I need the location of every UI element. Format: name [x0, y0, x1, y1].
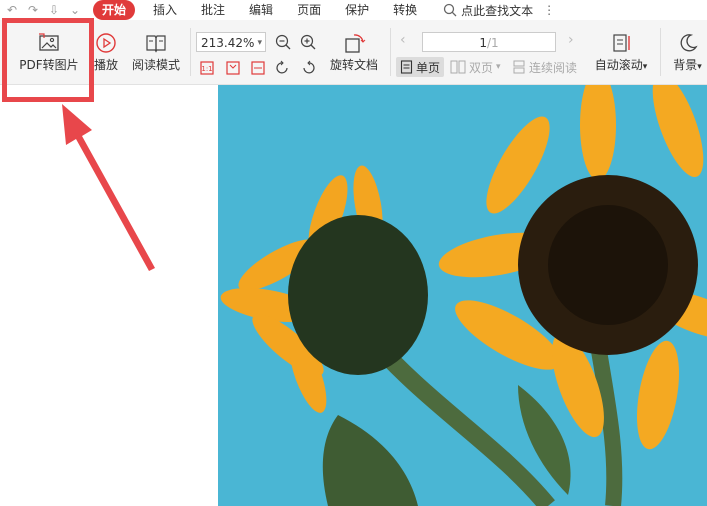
read-mode-label: 阅读模式	[131, 58, 180, 72]
continuous-read-label: 连续阅读	[529, 60, 578, 75]
search-box[interactable]: 点此查找文本 ⋮	[443, 2, 555, 19]
menu-tabs: 开始 插入 批注 编辑 页面 保护 转换	[93, 0, 429, 20]
svg-text:1:1: 1:1	[201, 65, 212, 73]
menu-bar: ↶ ↷ ⇩ ⌄ 开始 插入 批注 编辑 页面 保护 转换 点此查找文本 ⋮	[0, 0, 707, 20]
zoom-out-icon[interactable]	[274, 33, 292, 51]
play-label: 播放	[93, 58, 118, 72]
rotate-document-icon	[345, 34, 366, 53]
chevron-down-icon: ▾	[257, 38, 262, 48]
tab-annotate[interactable]: 批注	[189, 0, 237, 20]
fit-page-icon[interactable]	[224, 59, 242, 77]
divider	[190, 28, 191, 76]
auto-scroll-icon	[613, 34, 630, 52]
rotate-left-icon[interactable]	[274, 59, 292, 77]
tab-edit[interactable]: 编辑	[237, 0, 285, 20]
quick-access-toolbar: ↶ ↷ ⇩ ⌄	[0, 3, 83, 17]
read-mode-button[interactable]: 阅读模式	[130, 32, 182, 73]
export-pdf-icon[interactable]: ⇩	[46, 3, 62, 17]
tab-insert[interactable]: 插入	[141, 0, 189, 20]
tab-page[interactable]: 页面	[285, 0, 333, 20]
zoom-value: 213.42%	[201, 36, 255, 50]
double-page-button[interactable]: 双页 ▾	[450, 57, 501, 77]
rotate-doc-button[interactable]: 旋转文档	[326, 32, 382, 73]
double-page-label: 双页	[469, 60, 494, 75]
divider	[390, 28, 391, 76]
page-current: 1	[479, 36, 487, 50]
play-icon	[96, 33, 116, 53]
moon-icon	[680, 34, 698, 52]
auto-scroll-button[interactable]: 自动滚动▾	[592, 32, 650, 73]
single-page-icon	[400, 60, 413, 74]
chevron-down-icon: ▾	[496, 62, 501, 72]
page-input[interactable]: 1/1	[422, 32, 556, 52]
rotate-right-icon[interactable]	[299, 59, 317, 77]
next-page-icon[interactable]: ›	[568, 32, 574, 48]
chevron-down-icon: ▾	[697, 62, 702, 72]
rotate-doc-label: 旋转文档	[329, 58, 378, 72]
document-margin	[0, 85, 218, 506]
background-label: 背景	[673, 58, 698, 72]
search-label: 点此查找文本	[461, 3, 534, 18]
fit-width-icon[interactable]	[249, 59, 267, 77]
chevron-down-icon[interactable]: ⌄	[67, 3, 83, 17]
ribbon-toolbar: PDF转图片 播放 阅读模式 213.42% ▾ 1:1 旋转文档 ‹ 1/1 …	[0, 20, 707, 85]
single-page-label: 单页	[416, 60, 441, 75]
search-icon	[443, 3, 457, 17]
zoom-in-icon[interactable]	[299, 33, 317, 51]
prev-page-icon[interactable]: ‹	[400, 32, 406, 48]
tab-protect[interactable]: 保护	[333, 0, 381, 20]
redo-icon[interactable]: ↷	[25, 3, 41, 17]
zoom-select[interactable]: 213.42% ▾	[196, 32, 266, 52]
auto-scroll-label: 自动滚动	[594, 58, 643, 72]
more-icon[interactable]: ⋮	[543, 3, 555, 17]
background-button[interactable]: 背景▾	[668, 32, 707, 73]
annotation-highlight-box	[2, 18, 94, 102]
sunflower-image	[218, 85, 707, 506]
chevron-down-icon: ▾	[642, 62, 648, 72]
actual-size-icon[interactable]: 1:1	[198, 59, 216, 77]
continuous-read-icon	[513, 60, 525, 74]
divider	[660, 28, 661, 76]
tab-convert[interactable]: 转换	[381, 0, 429, 20]
single-page-button[interactable]: 单页	[396, 57, 445, 77]
tab-start[interactable]: 开始	[93, 0, 136, 20]
book-icon	[146, 35, 166, 53]
page-total: /1	[486, 36, 499, 50]
undo-icon[interactable]: ↶	[4, 3, 20, 17]
continuous-read-button[interactable]: 连续阅读	[512, 57, 577, 77]
double-page-icon	[450, 60, 466, 74]
